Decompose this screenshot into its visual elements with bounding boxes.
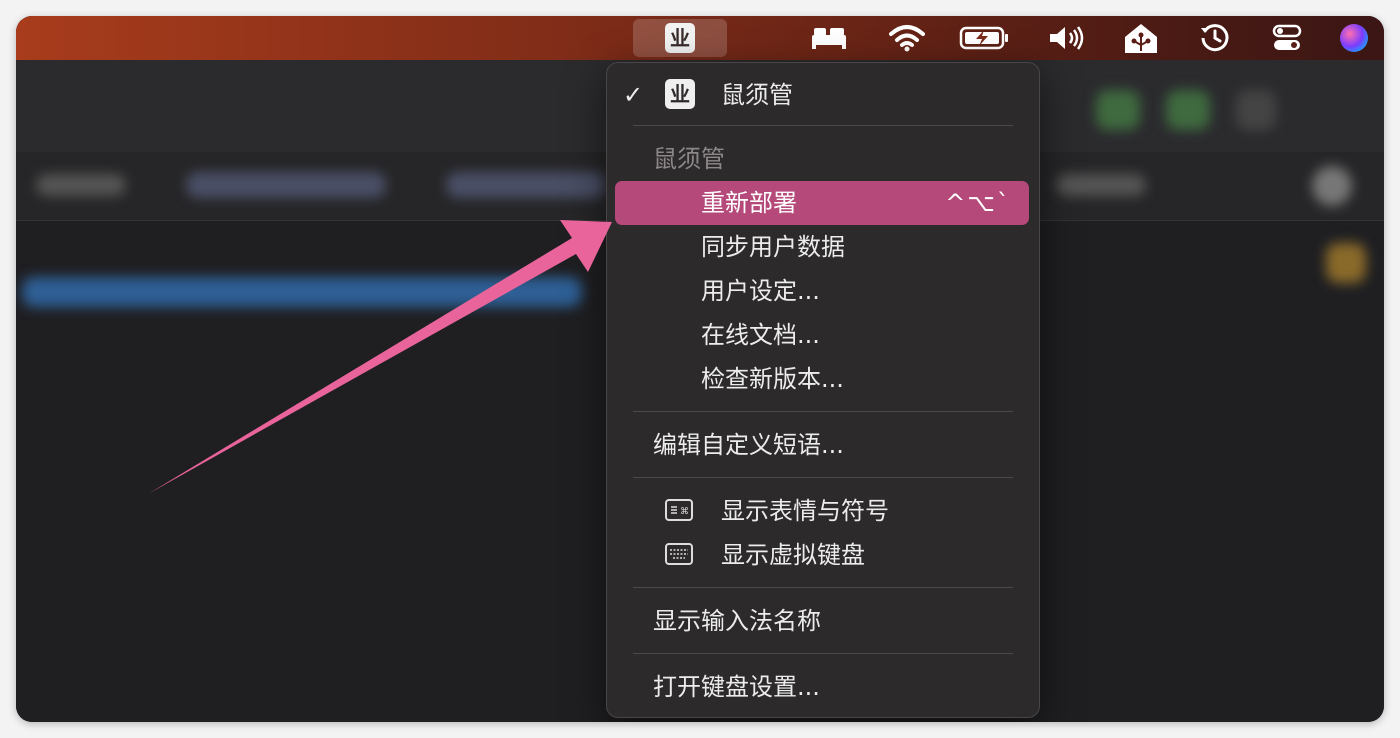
ime-glyph-icon: 业 <box>665 23 695 53</box>
volume-icon[interactable] <box>1044 16 1090 60</box>
menu-separator <box>633 477 1013 478</box>
time-machine-icon[interactable] <box>1192 16 1238 60</box>
menu-item-label: 同步用户数据 <box>701 233 845 261</box>
menu-item-edit-phrases[interactable]: 编辑自定义短语... <box>607 425 1039 465</box>
menu-item-label: 鼠须管 <box>721 81 793 109</box>
menu-separator <box>633 587 1013 588</box>
ime-menu-extra[interactable]: 业 <box>633 19 727 57</box>
keyboard-viewer-icon <box>665 543 693 565</box>
ime-dropdown-menu: ✓ 业 鼠须管 鼠须管 重新部署 ^⌥` 同步用户数据 用户设定... 在线文档… <box>606 62 1040 718</box>
wifi-icon[interactable] <box>884 16 930 60</box>
ime-glyph-icon: 业 <box>665 79 695 109</box>
siri-icon[interactable] <box>1334 16 1374 60</box>
checkmark-icon: ✓ <box>623 81 644 109</box>
desktop-screen: 业 ✓ 业 鼠须管 鼠须管 重新部署 ^⌥` 同步用户数据 用户设定... 在线… <box>16 16 1384 722</box>
menu-item-show-keyboard[interactable]: 显示虚拟键盘 <box>607 535 1039 575</box>
menu-item-show-ime-name[interactable]: 显示输入法名称 <box>607 601 1039 641</box>
section-header-label: 鼠须管 <box>653 145 725 173</box>
menu-item-sync-user-data[interactable]: 同步用户数据 <box>607 227 1039 267</box>
home-icon[interactable] <box>1118 16 1164 60</box>
menu-item-label: 打开键盘设置... <box>653 673 820 701</box>
menu-item-show-emoji[interactable]: ⌘ 显示表情与符号 <box>607 491 1039 531</box>
menu-item-label: 显示虚拟键盘 <box>721 541 865 569</box>
menu-separator <box>633 125 1013 126</box>
menu-item-label: 重新部署 <box>701 189 797 217</box>
menu-item-label: 显示输入法名称 <box>653 607 821 635</box>
menu-item-redeploy[interactable]: 重新部署 ^⌥` <box>615 181 1029 225</box>
menu-separator <box>633 653 1013 654</box>
menu-item-user-settings[interactable]: 用户设定... <box>607 271 1039 311</box>
menu-item-label: 检查新版本... <box>701 365 844 393</box>
emoji-viewer-icon: ⌘ <box>665 499 693 521</box>
menu-bar: 业 <box>16 16 1384 60</box>
battery-charging-icon[interactable] <box>956 16 1014 60</box>
menu-item-open-keyboard-settings[interactable]: 打开键盘设置... <box>607 667 1039 707</box>
menu-item-label: 编辑自定义短语... <box>653 431 844 459</box>
svg-text:⌘: ⌘ <box>680 507 689 517</box>
menu-item-online-docs[interactable]: 在线文档... <box>607 315 1039 355</box>
menu-section-header: 鼠须管 <box>607 139 1039 179</box>
menu-item-label: 在线文档... <box>701 321 820 349</box>
menu-item-current-ime[interactable]: ✓ 业 鼠须管 <box>607 75 1039 115</box>
menu-item-label: 显示表情与符号 <box>721 497 889 525</box>
keyboard-shortcut: ^⌥` <box>945 189 1011 217</box>
menu-item-label: 用户设定... <box>701 277 820 305</box>
menu-separator <box>633 411 1013 412</box>
bed-icon[interactable] <box>806 16 852 60</box>
menu-item-check-updates[interactable]: 检查新版本... <box>607 359 1039 399</box>
control-center-icon[interactable] <box>1264 16 1310 60</box>
